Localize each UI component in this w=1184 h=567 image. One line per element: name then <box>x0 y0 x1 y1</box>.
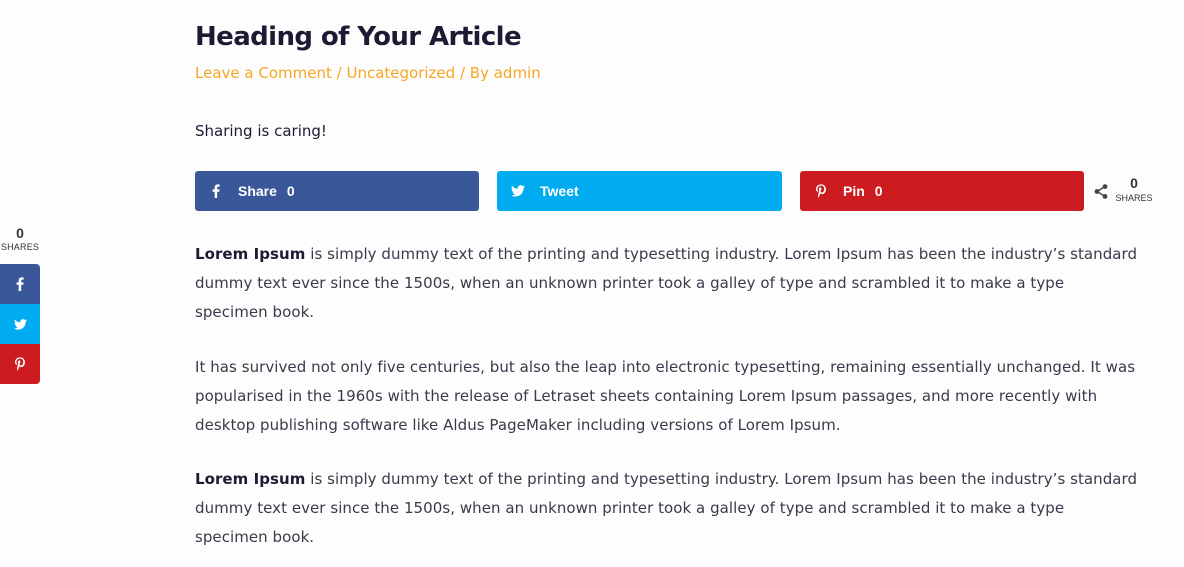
facebook-icon <box>208 183 224 199</box>
pinterest-pin-count: 0 <box>874 183 883 199</box>
floating-share-count-number: 0 <box>16 225 24 241</box>
page: 0 SHARES Heading of Your Article Leave a… <box>0 0 1184 567</box>
author-link[interactable]: admin <box>494 64 541 82</box>
paragraph-text: It has survived not only five centuries,… <box>195 358 1136 434</box>
facebook-icon <box>16 277 24 291</box>
paragraph-lead: Lorem Ipsum <box>195 245 306 263</box>
article-meta: Leave a Comment / Uncategorized / By adm… <box>195 62 541 84</box>
category-link[interactable]: Uncategorized <box>346 64 455 82</box>
meta-by-prefix: / By <box>459 64 489 82</box>
floating-share-count: 0 SHARES <box>0 224 40 264</box>
pinterest-pin-button[interactable]: Pin 0 <box>800 171 1084 211</box>
article-paragraph: Lorem Ipsum is simply dummy text of the … <box>195 465 1140 552</box>
share-buttons-row: Share 0 Tweet Pin 0 0 SHARES <box>195 171 1155 211</box>
twitter-tweet-label: Tweet <box>540 183 579 199</box>
floating-pinterest-button[interactable] <box>0 344 40 384</box>
pinterest-icon <box>813 183 829 199</box>
floating-twitter-button[interactable] <box>0 304 40 344</box>
total-shares-label: SHARES <box>1115 193 1153 203</box>
facebook-share-button[interactable]: Share 0 <box>195 171 479 211</box>
facebook-share-label: Share <box>238 183 277 199</box>
sharing-is-caring-text: Sharing is caring! <box>195 122 327 140</box>
article-title: Heading of Your Article <box>195 22 522 52</box>
floating-share-bar: 0 SHARES <box>0 224 40 384</box>
facebook-share-count: 0 <box>286 183 295 199</box>
floating-share-count-label: SHARES <box>0 242 40 252</box>
paragraph-text: is simply dummy text of the printing and… <box>195 245 1138 321</box>
total-shares: 0 SHARES <box>1094 175 1154 209</box>
twitter-tweet-button[interactable]: Tweet <box>497 171 782 211</box>
article-paragraph: Lorem Ipsum is simply dummy text of the … <box>195 240 1140 327</box>
twitter-icon <box>510 183 526 199</box>
pinterest-pin-label: Pin <box>843 183 865 199</box>
pinterest-icon <box>15 357 25 371</box>
share-icon <box>1094 184 1108 199</box>
twitter-icon <box>13 318 27 330</box>
leave-comment-link[interactable]: Leave a Comment <box>195 64 332 82</box>
article-paragraph: It has survived not only five centuries,… <box>195 353 1140 440</box>
paragraph-text: is simply dummy text of the printing and… <box>195 470 1138 546</box>
meta-separator: / <box>336 64 342 82</box>
paragraph-lead: Lorem Ipsum <box>195 470 306 488</box>
floating-facebook-button[interactable] <box>0 264 40 304</box>
total-shares-count: 0 <box>1130 175 1138 191</box>
